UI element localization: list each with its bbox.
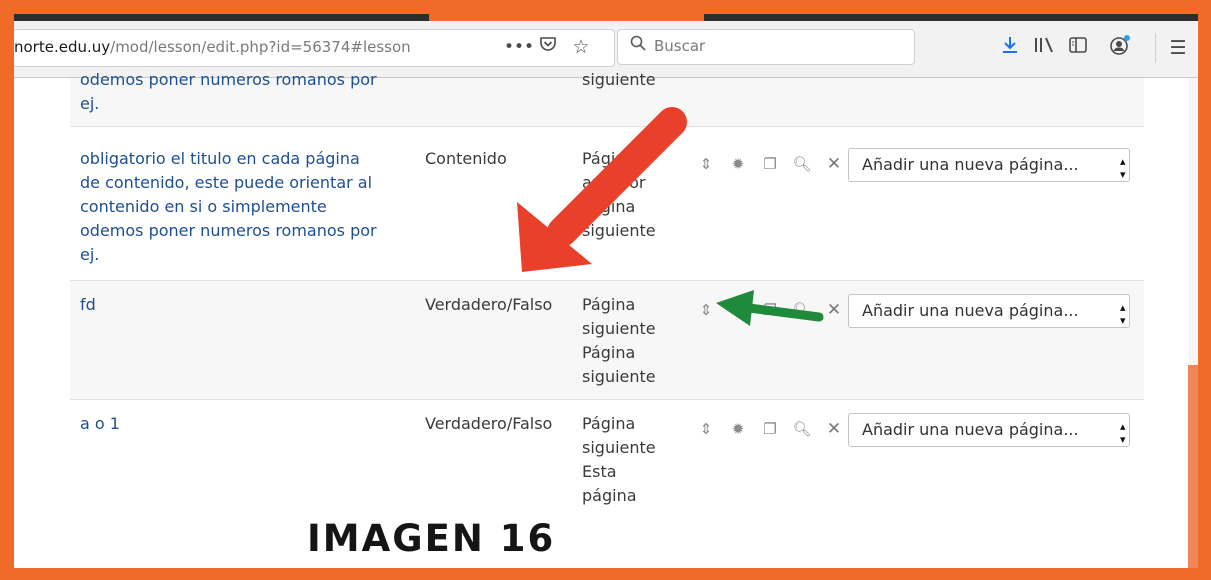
annotation-overlay bbox=[517, 107, 824, 326]
red-arrow-annotation bbox=[517, 107, 687, 272]
green-arrow-annotation bbox=[716, 290, 824, 326]
screenshot-frame: norte.edu.uy/mod/lesson/edit.php?id=5637… bbox=[14, 14, 1198, 568]
